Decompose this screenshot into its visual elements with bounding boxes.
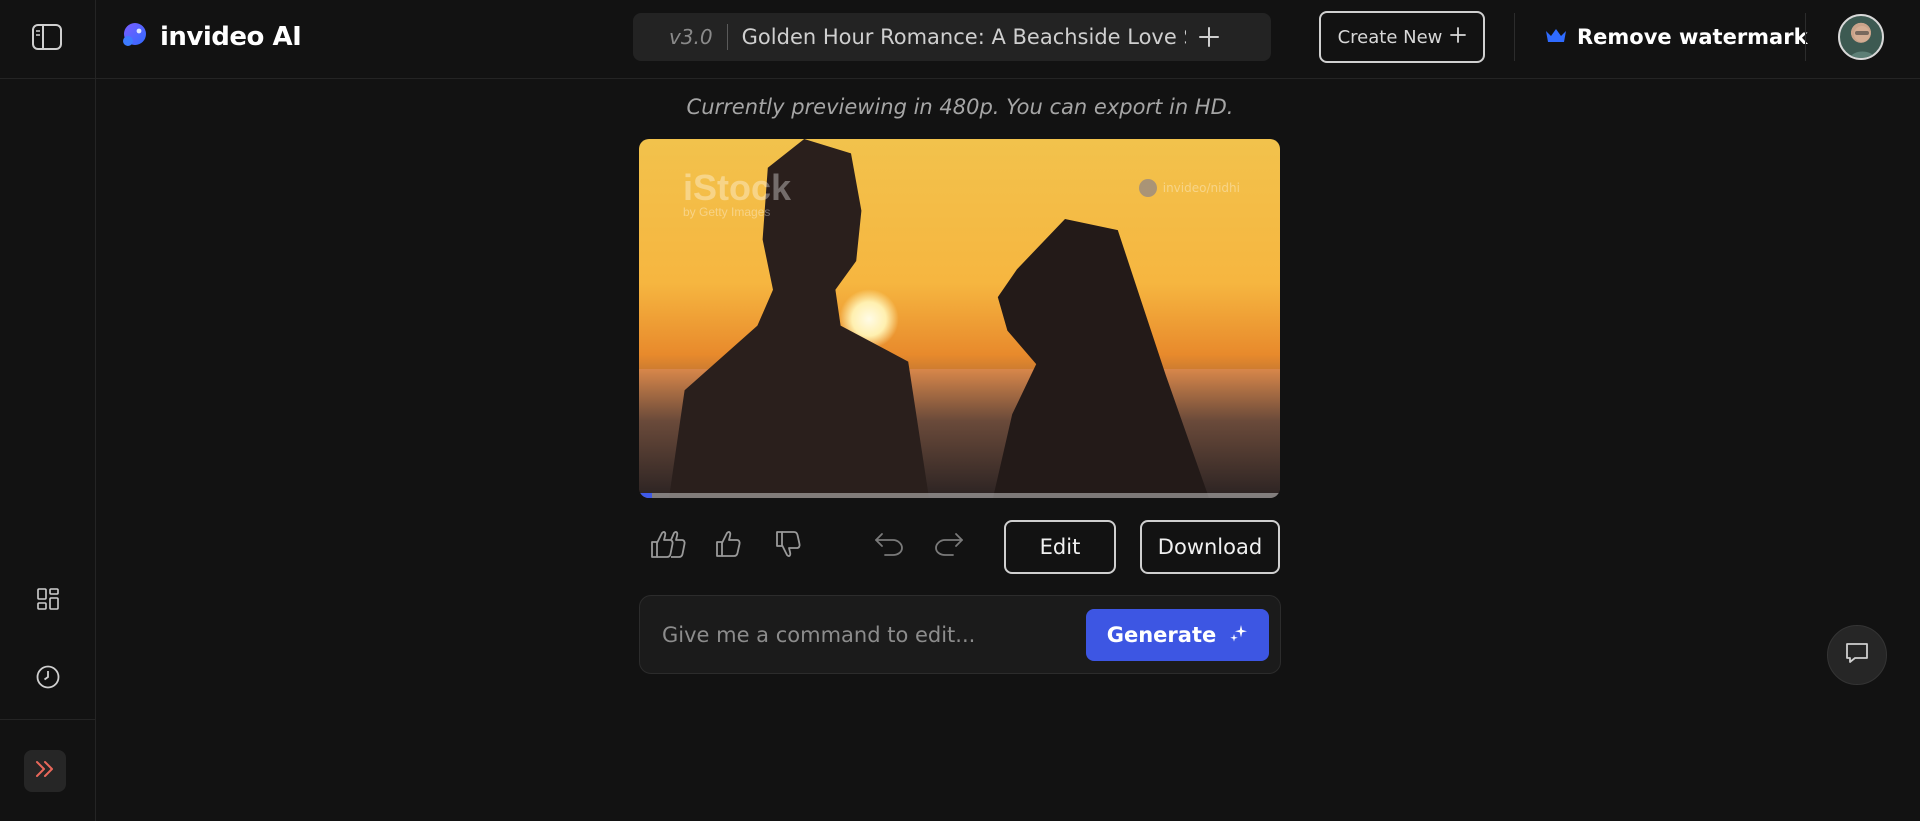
crown-icon — [1545, 27, 1567, 47]
version-label: v3.0 — [669, 25, 713, 49]
remove-watermark-label: Remove watermark — [1577, 25, 1808, 49]
divider — [1514, 13, 1515, 61]
clock-icon — [35, 664, 61, 694]
chat-bubble-icon — [1844, 640, 1870, 670]
sidebar-divider — [0, 78, 96, 79]
generate-button[interactable]: Generate — [1086, 609, 1269, 661]
redo-icon — [933, 531, 965, 561]
double-chevron-right-icon — [34, 759, 56, 783]
download-button[interactable]: Download — [1140, 520, 1280, 574]
generate-label: Generate — [1106, 623, 1217, 647]
create-new-button[interactable]: Create New — [1319, 11, 1485, 63]
invideo-watermark-text: invideo/nidhi — [1162, 181, 1240, 195]
video-progress-fill — [639, 493, 652, 498]
stock-watermark-text: iStock — [683, 167, 792, 208]
invideo-watermark: invideo/nidhi — [1138, 179, 1240, 197]
command-box: Generate — [639, 595, 1281, 674]
create-new-label: Create New — [1337, 26, 1443, 48]
undo-button[interactable] — [869, 526, 909, 566]
invideo-logo-icon — [118, 19, 150, 55]
grid-icon — [36, 587, 60, 615]
sidebar-item-history[interactable] — [28, 659, 68, 699]
sidebar-expand-button[interactable] — [24, 750, 66, 792]
avatar[interactable] — [1838, 14, 1884, 60]
edit-button[interactable]: Edit — [1004, 520, 1116, 574]
sidebar-divider — [0, 719, 96, 720]
thumbs-up-icon — [714, 529, 744, 563]
sparkle-icon — [1230, 623, 1248, 647]
chat-button[interactable] — [1827, 625, 1887, 685]
undo-icon — [873, 531, 905, 561]
action-bar: Edit Download — [639, 518, 1280, 574]
double-thumbs-up-icon — [649, 528, 689, 564]
remove-watermark-button[interactable]: Remove watermark — [1545, 20, 1808, 54]
video-figure-woman — [993, 219, 1209, 498]
divider — [726, 24, 728, 50]
video-progress-bar[interactable] — [639, 493, 1280, 498]
watermark-logo-icon — [1138, 179, 1157, 197]
left-sidebar — [0, 0, 96, 821]
thumbs-down-icon — [774, 529, 804, 563]
video-preview[interactable]: iStock by Getty Images invideo/nidhi — [639, 139, 1280, 498]
project-title[interactable]: Golden Hour Romance: A Beachside Love St… — [742, 25, 1186, 49]
redo-button[interactable] — [929, 526, 969, 566]
plus-icon[interactable] — [1198, 26, 1220, 48]
thumbs-up-button[interactable] — [709, 526, 749, 566]
love-it-button[interactable] — [649, 526, 689, 566]
stock-watermark: iStock by Getty Images — [683, 167, 791, 219]
sidebar-item-dashboard[interactable] — [28, 581, 68, 621]
divider — [1805, 13, 1806, 61]
top-bar: invideo AI v3.0 Golden Hour Romance: A B… — [96, 0, 1920, 79]
thumbs-down-button[interactable] — [769, 526, 809, 566]
preview-note: Currently previewing in 480p. You can ex… — [686, 95, 1234, 119]
command-input[interactable] — [662, 616, 1062, 654]
project-title-bar[interactable]: v3.0 Golden Hour Romance: A Beachside Lo… — [633, 13, 1271, 61]
brand-name: invideo AI — [160, 22, 302, 52]
plus-icon — [1450, 26, 1467, 48]
sidebar-toggle-icon[interactable] — [31, 22, 63, 52]
brand[interactable]: invideo AI — [118, 19, 302, 55]
